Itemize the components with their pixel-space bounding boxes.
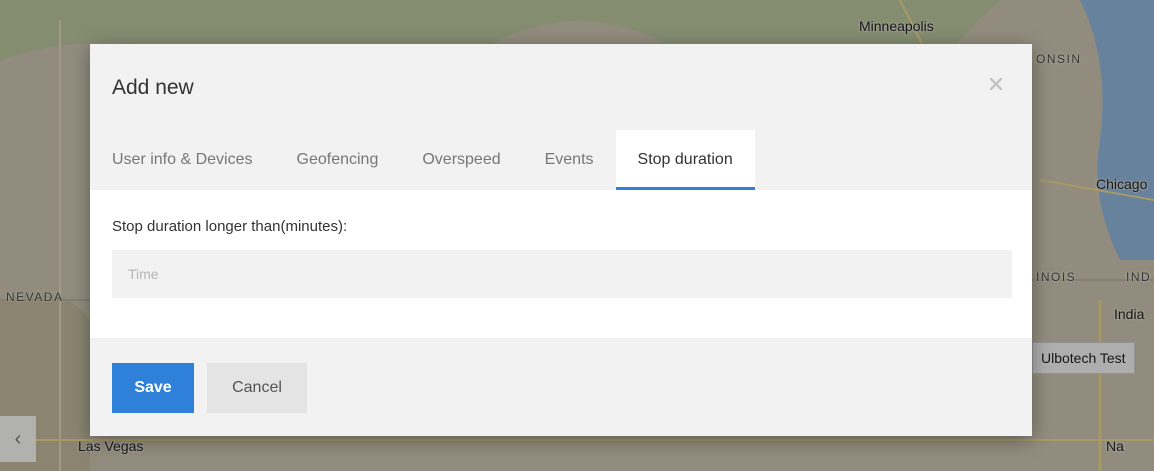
tab-stop-duration[interactable]: Stop duration [615, 130, 755, 190]
save-button[interactable]: Save [112, 363, 194, 413]
add-new-dialog: Add new User info & Devices Geofencing O… [90, 44, 1032, 436]
close-icon-glyph [989, 77, 1003, 91]
tab-user-info-devices[interactable]: User info & Devices [90, 130, 275, 190]
tab-events[interactable]: Events [523, 130, 616, 190]
dialog-title: Add new [112, 76, 194, 99]
dialog-footer: Save Cancel [90, 338, 1032, 436]
cancel-button[interactable]: Cancel [207, 363, 307, 413]
dialog-body: Stop duration longer than(minutes): [90, 190, 1032, 338]
dialog-tabs: User info & Devices Geofencing Overspeed… [90, 130, 755, 190]
time-input[interactable] [112, 250, 1012, 298]
stop-duration-label: Stop duration longer than(minutes): [112, 218, 348, 235]
close-icon[interactable] [986, 74, 1006, 94]
tab-overspeed[interactable]: Overspeed [400, 130, 522, 190]
tab-geofencing[interactable]: Geofencing [275, 130, 401, 190]
dialog-header: Add new [90, 44, 1032, 130]
